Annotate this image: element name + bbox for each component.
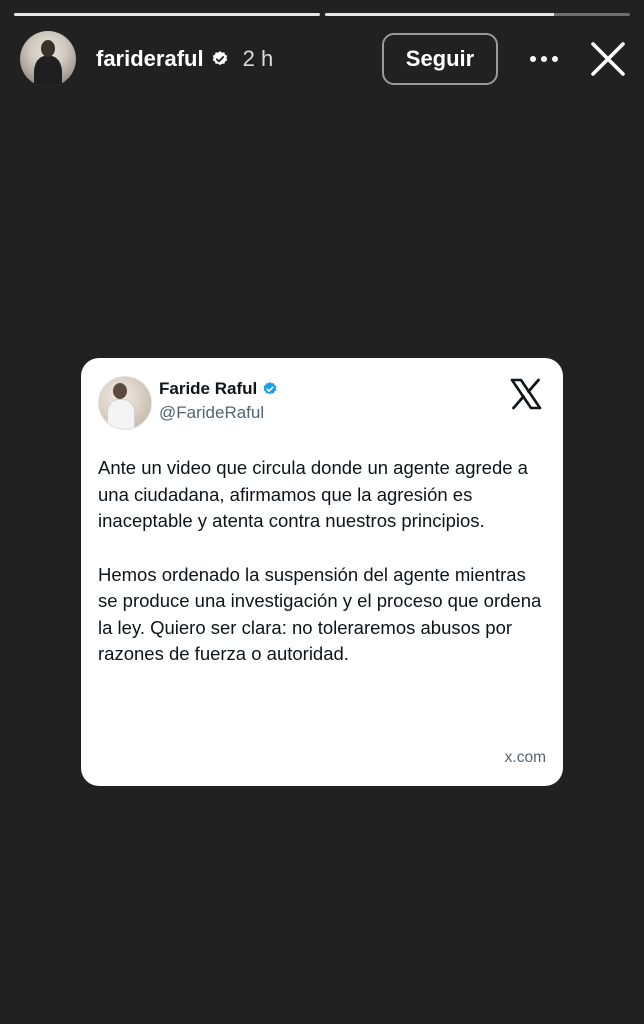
story-header: farideraful 2 h Seguir [20, 30, 630, 88]
username[interactable]: farideraful [96, 46, 204, 72]
close-icon[interactable] [586, 37, 630, 81]
story-progress [14, 13, 630, 16]
post-source-domain: x.com [504, 749, 546, 766]
post-author-row: Faride Raful [159, 379, 278, 399]
avatar[interactable] [20, 31, 76, 87]
more-options-icon[interactable] [522, 37, 566, 81]
post-time: 2 h [242, 46, 274, 71]
verified-badge-icon [263, 382, 277, 395]
post-paragraph: Hemos ordenado la suspensión del agente … [98, 563, 542, 665]
embedded-post-card[interactable]: Faride Raful @FarideRaful Ante un video … [81, 358, 563, 786]
post-author-handle: @FarideRaful [159, 403, 265, 422]
story-progress-segment-2 [324, 13, 630, 16]
post-text: Ante un video que circula donde un agent… [98, 455, 548, 695]
post-author-avatar [98, 376, 152, 430]
verified-badge-icon [212, 51, 227, 66]
x-logo-icon [510, 378, 542, 410]
follow-button[interactable]: Seguir [382, 33, 498, 85]
post-paragraph: Ante un video que circula donde un agent… [98, 457, 528, 531]
post-author-name: Faride Raful [159, 379, 258, 398]
story-progress-segment-1 [14, 13, 320, 16]
